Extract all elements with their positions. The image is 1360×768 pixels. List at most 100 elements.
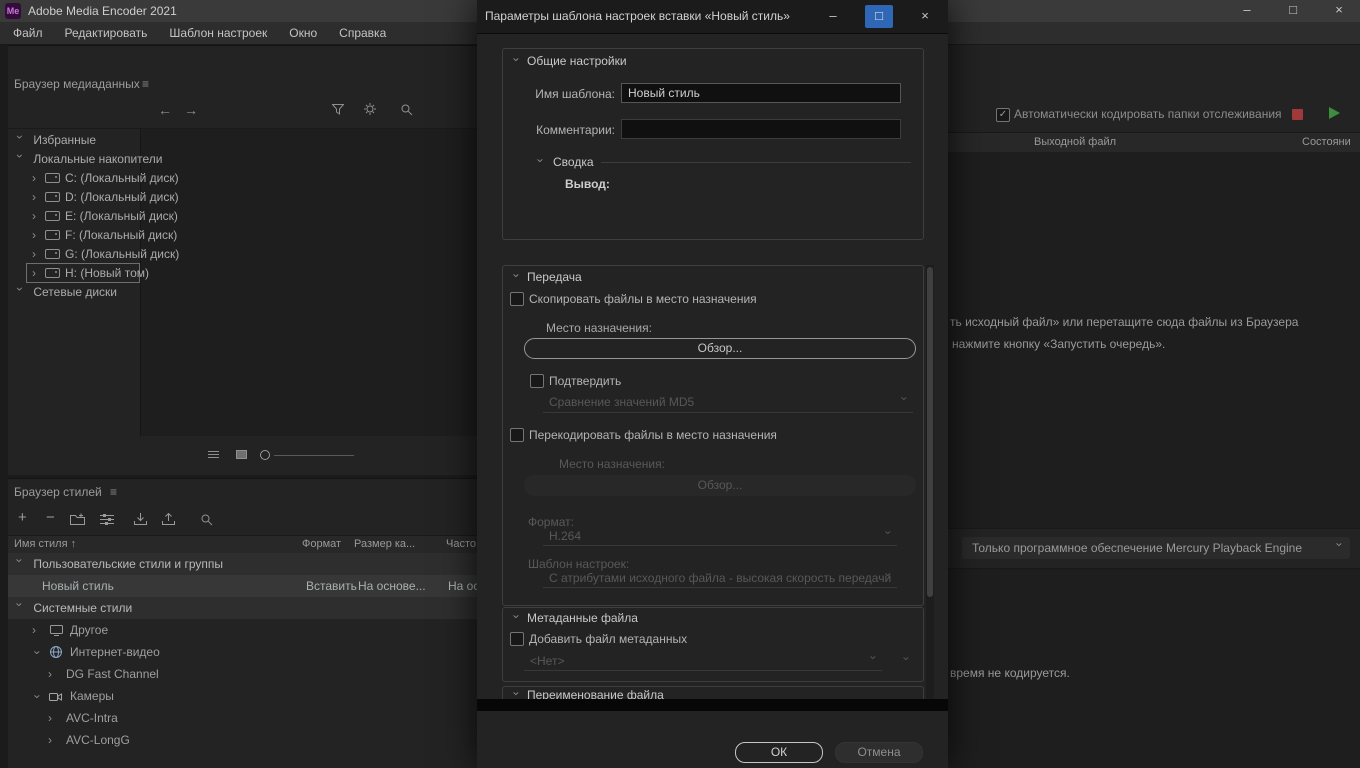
dialog-minimize-button[interactable]: – bbox=[817, 0, 849, 33]
maximize-button[interactable]: □ bbox=[1276, 0, 1310, 22]
export-preset-icon[interactable] bbox=[162, 513, 175, 525]
column-status[interactable]: Состояни bbox=[1302, 136, 1351, 148]
chevron-down-icon: › bbox=[881, 530, 896, 535]
expander-icon[interactable]: › bbox=[10, 287, 29, 297]
preset-folder-avc-longg[interactable]: › AVC-LongG bbox=[8, 729, 477, 751]
preset-folder-other[interactable]: › Другое bbox=[8, 619, 477, 641]
import-preset-icon[interactable] bbox=[134, 513, 147, 525]
summary-header[interactable]: Сводка bbox=[553, 155, 594, 169]
expander-icon[interactable]: › bbox=[32, 169, 42, 188]
column-output-file[interactable]: Выходной файл bbox=[1034, 136, 1116, 148]
expander-icon[interactable]: › bbox=[10, 135, 29, 145]
search-icon[interactable] bbox=[400, 103, 413, 116]
preset-folder-cameras[interactable]: › Камеры bbox=[8, 685, 477, 707]
sort-asc-icon: ↑ bbox=[70, 538, 77, 550]
expander-icon[interactable]: › bbox=[32, 245, 42, 264]
column-format[interactable]: Формат bbox=[302, 538, 341, 550]
expander-icon[interactable]: › bbox=[27, 651, 49, 661]
cancel-button[interactable]: Отмена bbox=[835, 742, 923, 763]
back-icon[interactable]: ← bbox=[158, 102, 172, 118]
preset-row-new-style[interactable]: Новый стиль Вставить На основе... На ос.… bbox=[8, 575, 489, 597]
zoom-slider-track[interactable] bbox=[274, 455, 354, 456]
start-queue-icon[interactable] bbox=[1329, 107, 1340, 119]
collapse-icon[interactable]: › bbox=[534, 159, 548, 169]
search-icon[interactable] bbox=[200, 513, 213, 526]
browse-button[interactable]: Обзор... bbox=[524, 338, 916, 359]
tree-item-drive-d[interactable]: › D: (Локальный диск) bbox=[32, 188, 179, 207]
panel-menu-icon[interactable]: ≡ bbox=[142, 77, 149, 91]
tree-item-drive-f[interactable]: › F: (Локальный диск) bbox=[32, 226, 177, 245]
expander-icon[interactable]: › bbox=[48, 707, 58, 729]
expander-icon[interactable]: › bbox=[48, 729, 58, 751]
menu-file[interactable]: Файл bbox=[2, 22, 54, 45]
expander-icon[interactable]: › bbox=[32, 619, 42, 641]
add-preset-icon[interactable]: + bbox=[18, 509, 27, 526]
expander-icon[interactable]: › bbox=[32, 226, 42, 245]
preset-browser-title[interactable]: Браузер стилей bbox=[14, 485, 102, 499]
menu-edit[interactable]: Редактировать bbox=[54, 22, 159, 45]
dialog-scrollbar[interactable] bbox=[926, 265, 934, 700]
minimize-button[interactable]: – bbox=[1230, 0, 1264, 22]
tree-item-network-drives[interactable]: › Сетевые диски bbox=[13, 283, 117, 302]
tree-item-drive-c[interactable]: › C: (Локальный диск) bbox=[32, 169, 179, 188]
scrollbar-thumb[interactable] bbox=[927, 267, 933, 597]
expander-icon[interactable]: › bbox=[32, 207, 42, 226]
stop-queue-icon[interactable] bbox=[1292, 109, 1303, 120]
zoom-slider-knob[interactable] bbox=[260, 450, 270, 460]
expander-icon[interactable]: › bbox=[27, 695, 49, 705]
comments-input[interactable] bbox=[621, 119, 901, 139]
renderer-select[interactable]: Только программное обеспечение Mercury P… bbox=[962, 537, 1350, 559]
menu-help[interactable]: Справка bbox=[328, 22, 397, 45]
preset-folder-avc-intra[interactable]: › AVC-Intra bbox=[8, 707, 477, 729]
expander-icon[interactable]: › bbox=[9, 603, 31, 613]
preset-group-system[interactable]: › Системные стили bbox=[8, 597, 477, 619]
tree-item-local-drives[interactable]: › Локальные накопители bbox=[13, 150, 163, 169]
collapse-icon[interactable]: › bbox=[510, 615, 524, 625]
media-browser-title[interactable]: Браузер медиаданных bbox=[14, 77, 140, 91]
dialog-close-button[interactable]: × bbox=[907, 0, 943, 33]
dialog-maximize-button[interactable]: □ bbox=[865, 5, 893, 28]
dialog-titlebar: Параметры шаблона настроек вставки «Новы… bbox=[477, 0, 948, 34]
tree-item-drive-e[interactable]: › E: (Локальный диск) bbox=[32, 207, 178, 226]
transfer-header[interactable]: Передача bbox=[527, 270, 582, 284]
preset-browser-panel: Браузер стилей ≡ + − Имя стиля ↑ Формат … bbox=[8, 478, 489, 768]
ok-button[interactable]: ОК bbox=[735, 742, 823, 763]
close-button[interactable]: × bbox=[1322, 0, 1356, 22]
column-frame-size[interactable]: Размер ка... bbox=[354, 538, 415, 550]
add-metadata-checkbox[interactable] bbox=[510, 632, 524, 646]
queue-drop-area[interactable]: ть исходный файл» или перетащите сюда фа… bbox=[948, 152, 1360, 528]
transcode-checkbox[interactable] bbox=[510, 428, 524, 442]
expander-icon[interactable]: › bbox=[32, 264, 42, 283]
thumbnail-view-icon[interactable] bbox=[236, 450, 247, 459]
preset-settings-icon[interactable] bbox=[100, 513, 114, 525]
tree-item-drive-h[interactable]: › H: (Новый том) bbox=[32, 264, 149, 283]
expander-icon[interactable]: › bbox=[10, 154, 29, 164]
tree-item-drive-g[interactable]: › G: (Локальный диск) bbox=[32, 245, 179, 264]
preset-folder-dg-fast-channel[interactable]: › DG Fast Channel bbox=[8, 663, 477, 685]
collapse-icon[interactable]: › bbox=[510, 58, 524, 68]
expander-icon[interactable]: › bbox=[9, 559, 31, 569]
panel-menu-icon[interactable]: ≡ bbox=[110, 485, 117, 499]
general-settings-header[interactable]: Общие настройки bbox=[527, 54, 627, 68]
column-name[interactable]: Имя стиля ↑ bbox=[14, 538, 76, 550]
collapse-icon[interactable]: › bbox=[510, 274, 524, 284]
list-view-icon[interactable] bbox=[208, 450, 219, 459]
expander-icon[interactable]: › bbox=[32, 188, 42, 207]
verify-checkbox[interactable] bbox=[530, 374, 544, 388]
filter-icon[interactable] bbox=[332, 104, 344, 115]
remove-preset-icon[interactable]: − bbox=[46, 509, 55, 526]
copy-files-checkbox[interactable] bbox=[510, 292, 524, 306]
expander-icon[interactable]: › bbox=[48, 663, 58, 685]
file-metadata-header[interactable]: Метаданные файла bbox=[527, 611, 638, 625]
menu-preset[interactable]: Шаблон настроек bbox=[158, 22, 278, 45]
preset-name-input[interactable] bbox=[621, 83, 901, 103]
new-group-icon[interactable] bbox=[70, 513, 85, 525]
preset-group-user[interactable]: › Пользовательские стили и группы bbox=[8, 553, 477, 575]
tree-item-favorites[interactable]: › Избранные bbox=[13, 131, 96, 150]
watch-folder-checkbox[interactable]: ✓ bbox=[996, 108, 1010, 122]
view-options-icon[interactable] bbox=[364, 103, 376, 115]
menu-window[interactable]: Окно bbox=[278, 22, 328, 45]
preset-folder-web-video[interactable]: › Интернет-видео bbox=[8, 641, 477, 663]
metadata-file-select: <Нет> › bbox=[524, 652, 882, 671]
forward-icon[interactable]: → bbox=[184, 102, 198, 118]
